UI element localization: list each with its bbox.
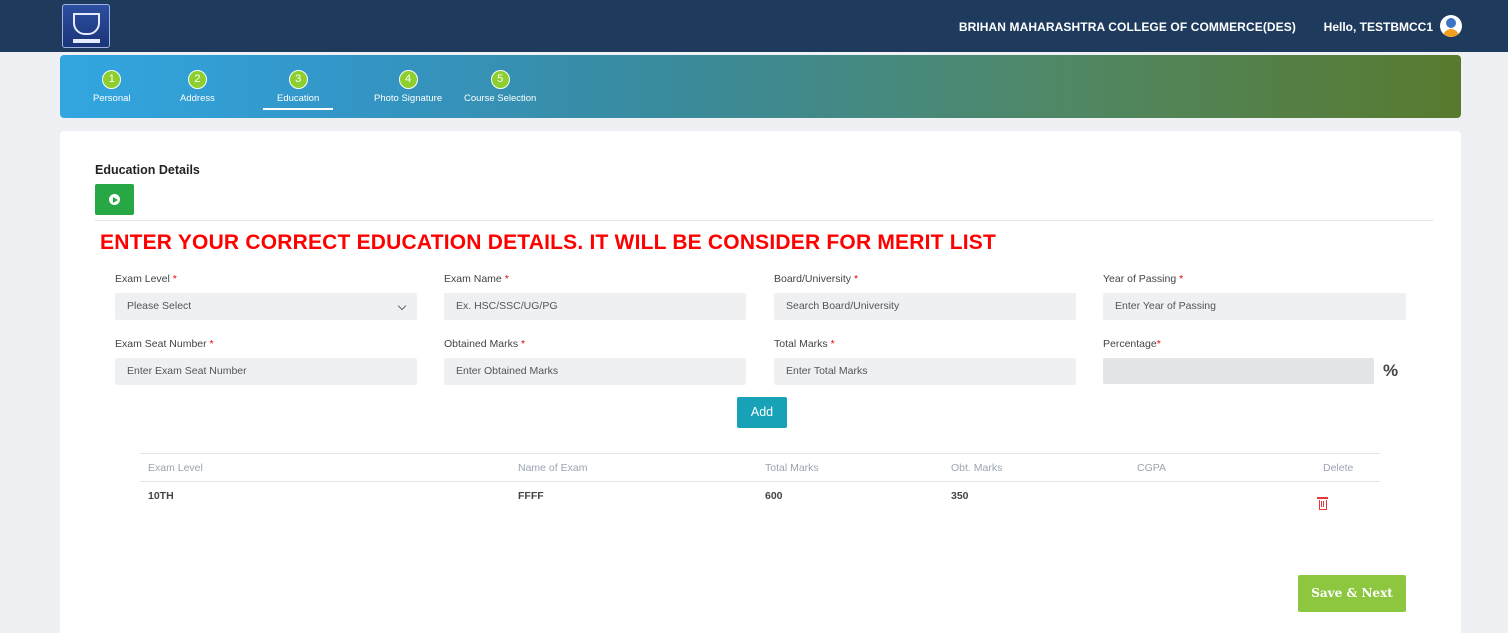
step-number: 4 bbox=[398, 70, 418, 89]
exam-name-label: Exam Name * bbox=[444, 273, 509, 285]
step-label: Photo Signature bbox=[374, 93, 443, 104]
college-logo-icon[interactable] bbox=[62, 4, 110, 48]
total-marks-input[interactable]: Enter Total Marks bbox=[774, 358, 1076, 385]
top-header: BRIHAN MAHARASHTRA COLLEGE OF COMMERCE(D… bbox=[0, 0, 1508, 52]
exam-name-input[interactable]: Ex. HSC/SSC/UG/PG bbox=[444, 293, 746, 320]
board-search-input[interactable]: Search Board/University bbox=[774, 293, 1076, 320]
step-address[interactable]: 2 Address bbox=[180, 70, 215, 104]
percent-suffix: % bbox=[1383, 361, 1399, 380]
table-top-border bbox=[140, 453, 1380, 454]
table-header-border bbox=[140, 481, 1380, 482]
cell-exam-level: 10TH bbox=[148, 490, 174, 502]
percentage-label: Percentage* bbox=[1103, 338, 1161, 350]
divider bbox=[95, 220, 1433, 221]
th-total-marks: Total Marks bbox=[765, 462, 819, 474]
step-label: Address bbox=[180, 93, 215, 104]
obtained-marks-input[interactable]: Enter Obtained Marks bbox=[444, 358, 746, 385]
cell-exam-name: FFFF bbox=[518, 490, 544, 502]
video-help-button[interactable] bbox=[95, 184, 134, 215]
education-card: Education Details ENTER YOUR CORRECT EDU… bbox=[60, 131, 1461, 633]
step-education[interactable]: 3 Education bbox=[263, 70, 334, 110]
obtained-label: Obtained Marks * bbox=[444, 338, 526, 350]
total-label: Total Marks * bbox=[774, 338, 835, 350]
th-delete: Delete bbox=[1323, 462, 1354, 474]
seat-number-input[interactable]: Enter Exam Seat Number bbox=[115, 358, 417, 385]
step-label: Course Selection bbox=[464, 93, 537, 104]
seat-label: Exam Seat Number * bbox=[115, 338, 214, 350]
cell-obt-marks: 350 bbox=[951, 490, 969, 502]
step-number: 5 bbox=[490, 70, 510, 89]
step-number: 3 bbox=[288, 70, 308, 89]
step-photo-signature[interactable]: 4 Photo Signature bbox=[374, 70, 442, 104]
trash-icon[interactable] bbox=[1317, 497, 1328, 510]
card-title: Education Details bbox=[95, 163, 200, 177]
step-course-selection[interactable]: 5 Course Selection bbox=[464, 70, 536, 104]
add-button[interactable]: Add bbox=[737, 397, 787, 428]
save-next-button[interactable]: Save & Next bbox=[1298, 575, 1406, 612]
user-greeting[interactable]: Hello, TESTBMCC1 bbox=[1324, 20, 1433, 34]
step-personal[interactable]: 1 Personal bbox=[93, 70, 131, 104]
college-name: BRIHAN MAHARASHTRA COLLEGE OF COMMERCE(D… bbox=[958, 20, 1296, 34]
percentage-input bbox=[1103, 358, 1374, 384]
th-exam-name: Name of Exam bbox=[518, 462, 588, 474]
year-input[interactable]: Enter Year of Passing bbox=[1103, 293, 1406, 320]
board-label: Board/University * bbox=[774, 273, 859, 285]
step-number: 1 bbox=[102, 70, 122, 89]
step-label: Personal bbox=[93, 93, 131, 104]
merit-notice: ENTER YOUR CORRECT EDUCATION DETAILS. IT… bbox=[100, 231, 997, 254]
th-obt-marks: Obt. Marks bbox=[951, 462, 1003, 474]
year-label: Year of Passing * bbox=[1103, 273, 1184, 285]
active-step-underline bbox=[263, 108, 334, 110]
exam-level-label: Exam Level * bbox=[115, 273, 177, 285]
user-avatar-icon[interactable] bbox=[1440, 15, 1462, 37]
progress-stepper: 1 Personal 2 Address 3 Education 4 Photo… bbox=[60, 55, 1461, 118]
step-label: Education bbox=[277, 93, 320, 104]
exam-level-select[interactable]: Please Select bbox=[115, 293, 417, 320]
th-cgpa: CGPA bbox=[1137, 462, 1166, 474]
cell-total-marks: 600 bbox=[765, 490, 783, 502]
th-exam-level: Exam Level bbox=[148, 462, 203, 474]
step-number: 2 bbox=[187, 70, 207, 89]
